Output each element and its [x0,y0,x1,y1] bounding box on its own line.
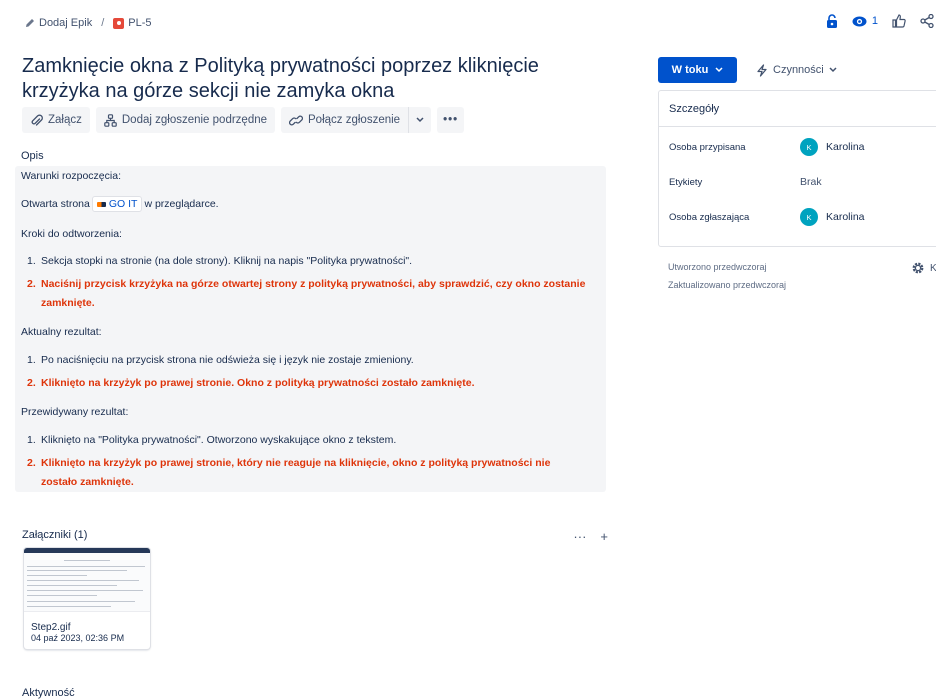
breadcrumb-separator: / [101,17,105,29]
link-issue-dropdown[interactable] [409,107,432,133]
watch-button[interactable]: 1 [852,15,878,27]
add-child-label: Dodaj zgłoszenie podrzędne [121,114,268,126]
thumbs-up-icon[interactable] [892,14,906,28]
expected-heading: Przewidywany rezultat: [21,406,129,418]
updated-date: Zaktualizowano przedwczoraj [668,280,787,290]
add-epic-label: Dodaj Epik [39,17,93,29]
issue-header-actions: 1 [826,14,936,28]
avatar: K [800,208,818,226]
attachment-date: 04 paź 2023, 02:36 PM [31,633,125,643]
attachments-header: Załączniki (1) ··· + [22,529,608,544]
chevron-down-icon [416,117,424,123]
paperclip-icon [31,114,43,126]
description-label: Opis [21,150,44,162]
attachments-add-button[interactable]: + [600,529,608,544]
labels-value[interactable]: Brak [800,176,822,188]
lock-icon[interactable] [826,14,838,28]
list-item: 1. Po naciśnięciu na przycisk strona nie … [27,354,414,366]
steps-heading: Kroki do odtworzenia: [21,228,122,240]
list-item: 2. Naciśnij przycisk krzyżyka na górze ot… [27,278,586,309]
preconditions-heading: Warunki rozpoczęcia: [21,170,121,182]
share-icon[interactable] [920,14,934,28]
reporter-value[interactable]: K Karolina [800,208,865,226]
details-title: Szczegóły [669,102,720,115]
list-item: 1. Sekcja stopki na stronie (na dole stro… [27,255,413,267]
reporter-row: Osoba zgłaszająca K Karolina [669,208,865,226]
assignee-row: Osoba przypisana K Karolina [669,138,865,156]
actions-label: Czynności [773,64,824,76]
open-page-before: Otwarta strona [21,198,90,210]
chevron-down-icon [829,67,837,73]
assignee-label: Osoba przypisana [669,141,746,153]
list-item: 2. Kliknięto na krzyżyk po prawej stronie… [27,377,475,389]
pencil-icon [26,19,34,27]
labels-label: Etykiety [669,176,703,188]
bug-icon [113,17,125,29]
link-issue-label: Połącz zgłoszenie [308,114,401,126]
details-header[interactable]: Szczegóły [659,91,936,127]
eye-icon [852,16,867,26]
open-page-after: w przeglądarce. [144,198,219,210]
list-item: 1. Kliknięto na "Polityka prywatności". O… [27,434,397,446]
attachment-file-name: Step2.gif [31,622,71,633]
gear-icon [912,262,924,274]
preconditions-text: Otwarta strona GO IT w przeglądarce. [21,196,219,212]
attachment-card[interactable]: Step2.gif 04 paź 2023, 02:36 PM [24,548,150,649]
status-dropdown[interactable]: W toku [658,57,737,83]
created-date: Utworzono przedwczoraj [668,262,767,272]
configure-label: K [930,262,936,274]
activity-label: Aktywność [22,687,75,699]
attachment-thumbnail [24,548,150,612]
actual-list: 1. Po naciśnięciu na przycisk strona nie … [27,351,587,397]
actual-heading: Aktualny rezultat: [21,326,102,338]
goit-inline-link[interactable]: GO IT [91,196,143,212]
add-child-issue-button[interactable]: Dodaj zgłoszenie podrzędne [95,107,276,133]
status-label: W toku [671,64,709,76]
labels-row: Etykiety Brak [669,176,822,188]
attachments-more-button[interactable]: ··· [573,529,586,544]
actions-dropdown[interactable]: Czynności [750,57,843,83]
avatar: K [800,138,818,156]
link-icon [289,115,304,125]
assignee-name: Karolina [826,141,865,153]
reporter-name: Karolina [826,211,865,223]
attachments-label: Załączniki (1) [22,529,88,541]
configure-button[interactable]: K [911,261,936,275]
expected-list: 1. Kliknięto na "Polityka prywatności". O… [27,431,587,496]
assignee-value[interactable]: K Karolina [800,138,865,156]
chevron-down-icon [715,67,723,73]
list-item: 2. Kliknięto na krzyżyk po prawej stronie… [27,457,551,488]
issue-key: PL-5 [128,17,152,29]
issue-key-link[interactable]: PL-5 [113,17,152,29]
link-issue-button[interactable]: Połącz zgłoszenie [281,107,410,133]
lightning-icon [757,63,767,77]
description-body[interactable]: Warunki rozpoczęcia: Otwarta strona GO I… [15,166,606,492]
more-actions-button[interactable]: ••• [437,107,465,133]
goit-link-text: GO IT [108,198,138,210]
issue-toolbar: Załącz Dodaj zgłoszenie podrzędne Połącz… [22,107,465,133]
watch-count: 1 [871,15,878,27]
steps-list: 1. Sekcja stopki na stronie (na dole stro… [27,252,587,317]
reporter-label: Osoba zgłaszająca [669,211,750,223]
hierarchy-icon [104,113,117,127]
attach-button[interactable]: Załącz [22,107,90,133]
attach-label: Załącz [48,114,82,126]
breadcrumb: Dodaj Epik / PL-5 [25,17,152,29]
add-epic-link[interactable]: Dodaj Epik [25,17,92,29]
details-panel: Szczegóły Osoba przypisana K Karolina Et… [658,90,936,247]
issue-title[interactable]: Zamknięcie okna z Polityką prywatności p… [22,54,612,104]
goit-logo-icon [96,201,106,207]
